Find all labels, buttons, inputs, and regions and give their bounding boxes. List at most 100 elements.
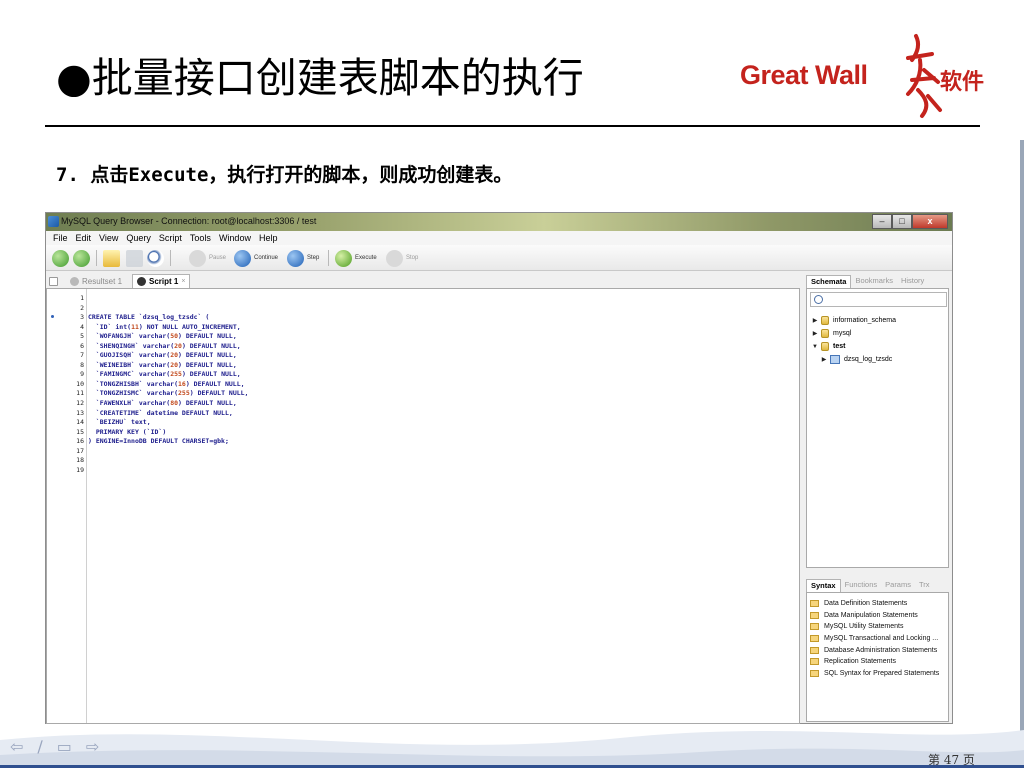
save-button[interactable] (126, 249, 143, 267)
code-line[interactable]: CREATE TABLE `dzsq_log_tzsdc` ( (88, 313, 248, 323)
tab-params[interactable]: Params (881, 579, 915, 592)
new-tab-button[interactable] (49, 274, 61, 288)
code-line[interactable] (88, 294, 248, 304)
syntax-item[interactable]: Data Manipulation Statements (810, 610, 939, 622)
menu-query[interactable]: Query (122, 231, 155, 245)
schemata-search-input[interactable] (810, 292, 947, 307)
code-line[interactable]: `ID` int(11) NOT NULL AUTO_INCREMENT, (88, 323, 248, 333)
code-line[interactable]: `TONGZHISMC` varchar(255) DEFAULT NULL, (88, 389, 249, 399)
expand-down-icon[interactable]: ▼ (811, 344, 819, 350)
tab-schemata[interactable]: Schemata (806, 275, 852, 288)
code-line[interactable] (88, 304, 248, 314)
code-line[interactable]: `GUOJISQH` varchar(20) DEFAULT NULL, (88, 351, 248, 361)
menu-window[interactable]: Window (215, 231, 255, 245)
numeric-literal: 11 (131, 322, 139, 331)
script-icon (137, 277, 146, 286)
menu-tools[interactable]: Tools (186, 231, 215, 245)
back-button[interactable] (52, 249, 69, 267)
window-titlebar[interactable]: MySQL Query Browser - Connection: root@l… (46, 213, 952, 231)
maximize-button[interactable]: □ (892, 214, 912, 229)
step-button[interactable]: Step (287, 249, 319, 267)
numeric-literal: 20 (174, 341, 182, 350)
great-wall-logo: Great Wall 软件 (740, 30, 1000, 120)
step-icon (287, 249, 304, 267)
tab-script-1[interactable]: Script 1 × (132, 274, 191, 288)
slide-nav: ⇦ ∕ ▭ ⇨ (10, 738, 99, 756)
tab-syntax[interactable]: Syntax (806, 579, 841, 592)
syntax-item[interactable]: MySQL Transactional and Locking ... (810, 633, 939, 645)
new-script-button[interactable] (103, 249, 120, 267)
expand-right-icon[interactable]: ▶ (820, 356, 828, 363)
line-number: 11 (76, 389, 84, 398)
syntax-item[interactable]: Database Administration Statements (810, 644, 939, 656)
minimize-button[interactable]: – (872, 214, 892, 229)
code-line[interactable] (88, 466, 248, 476)
app-icon (48, 216, 59, 227)
menu-icon[interactable]: ▭ (57, 738, 72, 756)
tree-table-node[interactable]: ▶ dzsq_log_tzsdc (811, 353, 896, 366)
logo-cn-text: 软件 (940, 70, 985, 95)
tree-schema-node[interactable]: ▶ information_schema (811, 314, 896, 327)
menu-help[interactable]: Help (255, 231, 282, 245)
table-icon (830, 355, 840, 364)
stop-button[interactable]: Stop (386, 249, 418, 267)
syntax-item[interactable]: MySQL Utility Statements (810, 621, 939, 633)
close-button[interactable]: x (912, 214, 948, 229)
code-line[interactable]: `FAMINGMC` varchar(255) DEFAULT NULL, (88, 370, 248, 380)
menu-file[interactable]: File (49, 231, 72, 245)
code-line[interactable]: `BEIZHU` text, (88, 418, 248, 428)
syntax-item-label: Database Administration Statements (824, 646, 938, 654)
tab-history[interactable]: History (897, 275, 928, 288)
tree-schema-node[interactable]: ▼ test (811, 340, 896, 353)
next-slide-icon[interactable]: ⇨ (86, 738, 99, 756)
tab-bookmarks[interactable]: Bookmarks (851, 275, 897, 288)
script-editor[interactable]: 1 2 3 4 5 6 7 8 9 10 11 12 13 14 15 16 17 18 19 CREATE TAB… (46, 288, 800, 724)
line-number: 5 (80, 332, 84, 341)
forward-button[interactable] (73, 249, 90, 267)
execute-button[interactable]: Execute (335, 249, 377, 267)
logo-text: Great Wall (740, 60, 868, 90)
code-line[interactable]: ) ENGINE=InnoDB DEFAULT CHARSET=gbk; (88, 437, 248, 447)
tab-trx[interactable]: Trx (915, 579, 934, 592)
sql-code[interactable]: CREATE TABLE `dzsq_log_tzsdc` ( `ID` int… (88, 294, 248, 475)
pause-button[interactable]: Pause (189, 249, 226, 267)
find-button[interactable] (147, 249, 164, 267)
previous-slide-icon[interactable]: ⇦ (10, 738, 23, 756)
line-number: 17 (76, 446, 84, 455)
footer-wave-decoration (0, 730, 1024, 768)
syntax-item[interactable]: Data Definition Statements (810, 598, 939, 610)
tree-schema-node[interactable]: ▶ mysql (811, 327, 896, 340)
syntax-item[interactable]: SQL Syntax for Prepared Statements (810, 668, 939, 680)
code-line[interactable]: `TONGZHISBH` varchar(16) DEFAULT NULL, (88, 380, 248, 390)
tab-resultset-1[interactable]: Resultset 1 (70, 274, 122, 288)
expand-right-icon[interactable]: ▶ (811, 317, 819, 324)
code-line[interactable]: `CREATETIME` datetime DEFAULT NULL, (88, 409, 248, 419)
continue-button[interactable]: Continue (234, 249, 278, 267)
line-number: 8 (80, 360, 84, 369)
menu-script[interactable]: Script (155, 231, 186, 245)
line-number: 13 (76, 408, 84, 417)
tab-close-icon[interactable]: × (181, 278, 185, 285)
code-line[interactable]: `WOFANGJH` varchar(50) DEFAULT NULL, (88, 332, 248, 342)
tab-functions[interactable]: Functions (841, 579, 882, 592)
line-number: 4 (80, 322, 84, 331)
pen-icon[interactable]: ∕ (37, 738, 42, 756)
numeric-literal: 50 (170, 332, 179, 341)
code-line[interactable]: `WEINEIBH` varchar(20) DEFAULT NULL, (88, 361, 248, 371)
toolbar: Pause Continue Step Execute Stop (46, 245, 952, 271)
menu-edit[interactable]: Edit (72, 231, 96, 245)
code-line[interactable] (88, 456, 248, 466)
syntax-item[interactable]: Replication Statements (810, 656, 939, 668)
code-line[interactable]: `FAWENXLH` varchar(80) DEFAULT NULL, (88, 399, 248, 409)
expand-right-icon[interactable]: ▶ (811, 330, 819, 337)
toolbar-separator (96, 250, 97, 266)
toolbar-separator (328, 250, 329, 266)
tree-node-label: dzsq_log_tzsdc (844, 356, 893, 363)
numeric-literal: 20 (170, 360, 179, 369)
forward-arrow-icon (73, 249, 90, 267)
code-line[interactable]: `SHENQINGH` varchar(20) DEFAULT NULL, (88, 342, 248, 352)
code-line[interactable] (88, 447, 248, 457)
code-line[interactable]: PRIMARY KEY (`ID`) (88, 428, 248, 438)
menu-view[interactable]: View (95, 231, 122, 245)
folder-icon (810, 658, 819, 666)
